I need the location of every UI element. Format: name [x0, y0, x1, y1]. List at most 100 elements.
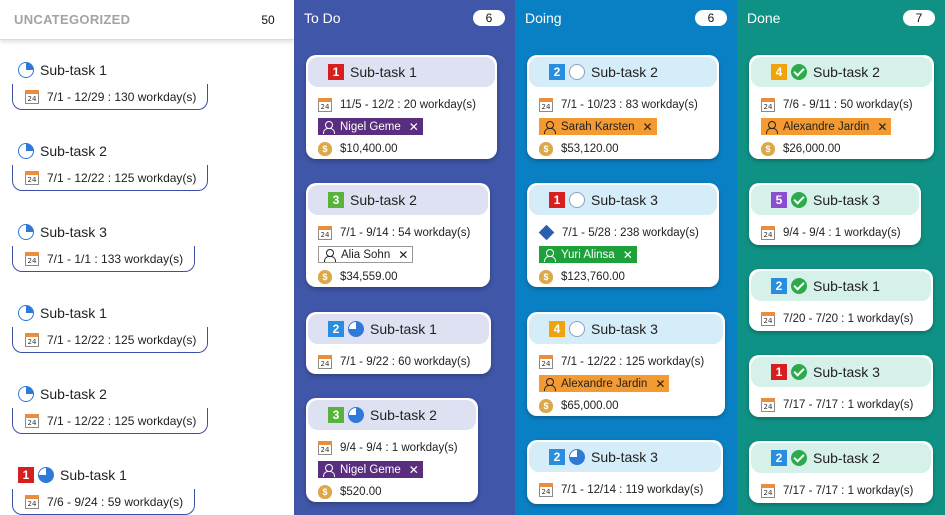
calendar-icon	[761, 397, 775, 412]
assignee-chip[interactable]: Nigel Geme ✕	[318, 118, 423, 135]
column-header-done[interactable]: Done 7	[737, 0, 945, 36]
person-icon	[543, 377, 556, 391]
assignee-chip[interactable]: Nigel Geme ✕	[318, 461, 423, 478]
card-dates: 7/17 - 7/17 : 1 workday(s)	[783, 398, 914, 411]
uncategorized-item[interactable]: Sub-task 1 7/1 - 12/29 : 130 workday(s)	[12, 60, 208, 110]
calendar-icon	[25, 89, 39, 104]
task-card[interactable]: 1 Sub-task 3 7/17 - 7/17 : 1 workday(s)	[749, 355, 933, 417]
assignee-name: Alia Sohn	[341, 248, 391, 261]
column-title: UNCATEGORIZED	[14, 12, 131, 27]
task-card[interactable]: 2 Sub-task 3 7/1 - 12/14 : 119 workday(s)	[527, 440, 723, 504]
priority-badge: 1	[328, 64, 344, 80]
person-icon	[543, 248, 556, 262]
card-title: Sub-task 3	[591, 449, 658, 465]
priority-badge: 4	[771, 64, 787, 80]
column-done: Done 7 4 Sub-task 2 7/6 - 9/11 : 50 workd…	[737, 0, 945, 515]
priority-badge: 5	[771, 192, 787, 208]
task-card[interactable]: 1Sub-task 1 11/5 - 12/2 : 20 workday(s) …	[306, 55, 497, 159]
calendar-icon	[25, 332, 39, 347]
card-title: Sub-task 3	[591, 321, 658, 337]
task-card[interactable]: 3 Sub-task 2 9/4 - 9/4 : 1 workday(s) Nig…	[306, 398, 478, 502]
progress-empty-icon	[569, 321, 585, 337]
column-header-uncategorized[interactable]: UNCATEGORIZED 50	[0, 0, 294, 40]
calendar-icon	[25, 170, 39, 185]
progress-three-quarter-icon	[348, 321, 364, 337]
task-card[interactable]: 2Sub-task 2 7/1 - 10/23 : 83 workday(s) …	[527, 55, 719, 159]
priority-badge: 3	[328, 192, 344, 208]
card-dates: 9/4 - 9/4 : 1 workday(s)	[340, 441, 458, 454]
priority-badge: 3	[328, 407, 344, 423]
close-icon[interactable]: ✕	[409, 120, 419, 134]
check-circle-icon	[791, 278, 807, 294]
uncategorized-item[interactable]: Sub-task 3 7/1 - 1/1 : 133 workday(s)	[12, 222, 195, 272]
task-title: Sub-task 1	[40, 305, 107, 321]
task-card[interactable]: 2 Sub-task 1 7/20 - 7/20 : 1 workday(s)	[749, 269, 933, 331]
calendar-icon	[761, 483, 775, 498]
close-icon[interactable]: ✕	[409, 463, 419, 477]
task-card[interactable]: 3 Sub-task 2 7/1 - 9/14 : 54 workday(s) A…	[306, 183, 490, 287]
card-title: Sub-task 1	[370, 321, 437, 337]
task-dates-box[interactable]: 7/1 - 12/22 : 125 workday(s)	[12, 408, 208, 434]
close-icon[interactable]: ✕	[398, 248, 408, 262]
priority-badge: 4	[549, 321, 565, 337]
check-circle-icon	[791, 64, 807, 80]
person-icon	[323, 248, 336, 262]
uncategorized-item[interactable]: 1 Sub-task 1 7/6 - 9/24 : 59 workday(s)	[12, 465, 195, 515]
task-card[interactable]: 2 Sub-task 1 7/1 - 9/22 : 60 workday(s)	[306, 312, 491, 374]
assignee-chip[interactable]: Sarah Karsten ✕	[539, 118, 657, 135]
assignee-chip[interactable]: Alexandre Jardin ✕	[761, 118, 892, 135]
task-dates: 7/1 - 12/22 : 125 workday(s)	[47, 413, 197, 428]
person-icon	[765, 120, 778, 134]
assignee-name: Sarah Karsten	[561, 120, 635, 133]
task-dates-box[interactable]: 7/1 - 12/22 : 125 workday(s)	[12, 327, 208, 353]
uncategorized-item[interactable]: Sub-task 2 7/1 - 12/22 : 125 workday(s)	[12, 384, 208, 434]
assignee-chip[interactable]: Alexandre Jardin ✕	[539, 375, 670, 392]
uncategorized-item[interactable]: Sub-task 2 7/1 - 12/22 : 125 workday(s)	[12, 141, 208, 191]
task-card[interactable]: 4 Sub-task 2 7/6 - 9/11 : 50 workday(s) A…	[749, 55, 934, 159]
card-title: Sub-task 3	[813, 364, 880, 380]
card-amount: $34,559.00	[340, 270, 398, 283]
task-title: Sub-task 1	[60, 467, 127, 483]
task-card[interactable]: 4 Sub-task 3 7/1 - 12/22 : 125 workday(s)…	[527, 312, 725, 416]
calendar-icon	[318, 354, 332, 369]
priority-badge: 1	[549, 192, 565, 208]
money-bag-icon: $	[761, 141, 775, 156]
uncategorized-item[interactable]: Sub-task 1 7/1 - 12/22 : 125 workday(s)	[12, 303, 208, 353]
close-icon[interactable]: ✕	[655, 377, 665, 391]
close-icon[interactable]: ✕	[643, 120, 653, 134]
task-dates-box[interactable]: 7/6 - 9/24 : 59 workday(s)	[12, 489, 195, 515]
person-icon	[322, 463, 335, 477]
task-dates-box[interactable]: 7/1 - 12/22 : 125 workday(s)	[12, 165, 208, 191]
task-dates: 7/1 - 12/29 : 130 workday(s)	[47, 89, 197, 104]
assignee-chip[interactable]: Yuri Alinsa ✕	[539, 246, 637, 263]
assignee-name: Yuri Alinsa	[561, 248, 615, 261]
card-title: Sub-task 3	[591, 192, 658, 208]
task-card[interactable]: 5 Sub-task 3 9/4 - 9/4 : 1 workday(s)	[749, 183, 921, 245]
column-header-doing[interactable]: Doing 6	[515, 0, 737, 36]
close-icon[interactable]: ✕	[623, 248, 633, 262]
close-icon[interactable]: ✕	[877, 120, 887, 134]
person-icon	[543, 120, 556, 134]
card-dates: 11/5 - 12/2 : 20 workday(s)	[340, 98, 476, 111]
progress-quarter-icon	[18, 224, 34, 240]
money-bag-icon: $	[539, 269, 553, 284]
task-card[interactable]: 2 Sub-task 2 7/17 - 7/17 : 1 workday(s)	[749, 441, 933, 503]
check-circle-icon	[791, 364, 807, 380]
column-header-todo[interactable]: To Do 6	[294, 0, 515, 36]
task-dates: 7/6 - 9/24 : 59 workday(s)	[47, 494, 184, 509]
task-card[interactable]: 1 Sub-task 3 7/1 - 5/28 : 238 workday(s) …	[527, 183, 719, 287]
card-title: Sub-task 2	[370, 407, 437, 423]
card-title: Sub-task 2	[813, 450, 880, 466]
task-dates-box[interactable]: 7/1 - 1/1 : 133 workday(s)	[12, 246, 195, 272]
money-bag-icon: $	[318, 141, 332, 156]
card-title: Sub-task 2	[591, 64, 658, 80]
calendar-icon	[761, 97, 775, 112]
calendar-icon	[539, 482, 553, 497]
card-title: Sub-task 1	[350, 64, 417, 80]
priority-badge: 2	[771, 450, 787, 466]
money-bag-icon: $	[318, 484, 332, 499]
card-title: Sub-task 2	[813, 64, 880, 80]
progress-quarter-icon	[18, 305, 34, 321]
assignee-chip[interactable]: Alia Sohn ✕	[318, 246, 414, 263]
task-dates-box[interactable]: 7/1 - 12/29 : 130 workday(s)	[12, 84, 208, 110]
